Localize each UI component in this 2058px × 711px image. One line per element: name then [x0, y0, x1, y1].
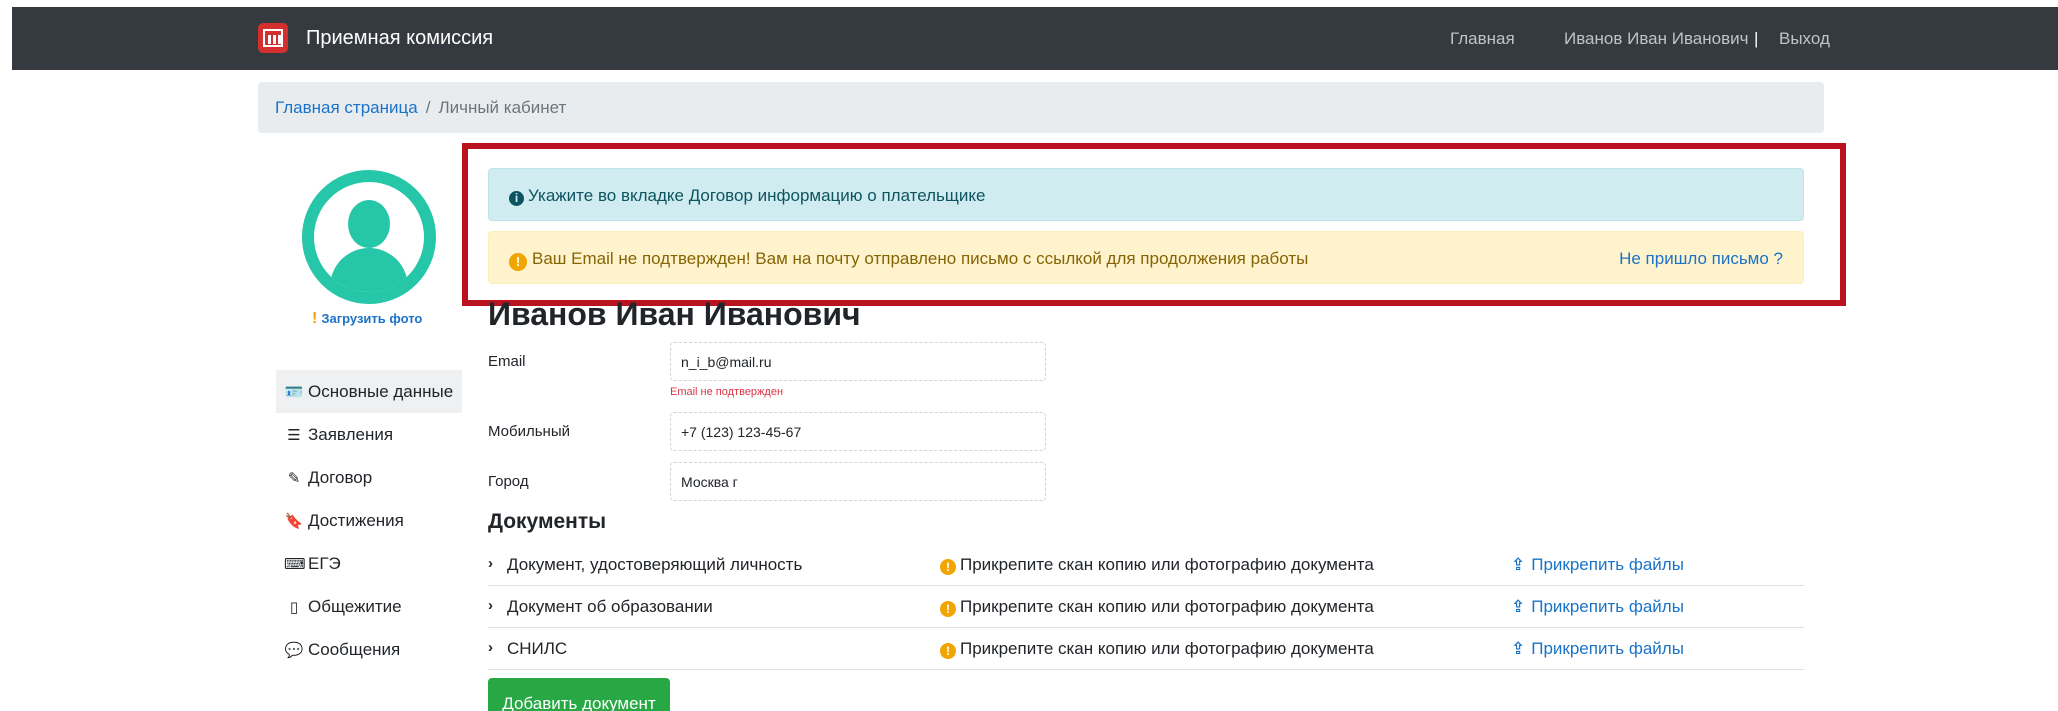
warning-alert-text: Ваш Email не подтвержден! Вам на почту о… [532, 249, 1309, 268]
mobile-field[interactable]: +7 (123) 123-45-67 [670, 412, 1046, 451]
sidebar-item-messages[interactable]: 💬 Сообщения [276, 628, 462, 671]
sidebar-item-achievements[interactable]: 🔖 Достижения [276, 499, 462, 542]
list-icon: ☰ [287, 426, 301, 444]
exclamation-circle-icon: ! [509, 253, 527, 271]
upload-icon: ⇪ [1511, 639, 1526, 658]
nav-home-link[interactable]: Главная [1450, 29, 1515, 49]
document-hint: ! Прикрепите скан копию или фотографию до… [940, 555, 1374, 575]
chevron-right-icon[interactable]: › [488, 639, 493, 656]
attach-files-link[interactable]: ⇪ Прикрепить файлы [1511, 597, 1684, 617]
document-row: › Документ, удостоверяющий личность ! При… [488, 544, 1804, 586]
chevron-right-icon[interactable]: › [488, 597, 493, 614]
sidebar-item-label: ЕГЭ [308, 553, 341, 573]
user-silhouette-icon [348, 200, 390, 248]
sidebar-item-label: Общежитие [308, 596, 402, 616]
sidebar-item-label: Основные данные [308, 381, 454, 401]
sidebar-item-label: Сообщения [308, 639, 401, 659]
breadcrumb-separator: / [425, 98, 431, 117]
breadcrumb-current: Личный кабинет [438, 98, 567, 117]
mobile-label: Мобильный [488, 423, 570, 440]
city-field[interactable]: Москва г [670, 462, 1046, 501]
exclamation-circle-icon: ! [940, 643, 956, 659]
avatar [302, 170, 436, 304]
sidebar-item-contract[interactable]: ✎ Договор [276, 456, 462, 499]
attach-files-link[interactable]: ⇪ Прикрепить файлы [1511, 555, 1684, 575]
document-name[interactable]: Документ об образовании [507, 597, 713, 617]
sidebar-item-label: Договор [308, 467, 373, 487]
document-row: › Документ об образовании ! Прикрепите ск… [488, 586, 1804, 628]
exclamation-icon: ! [312, 310, 318, 327]
info-alert-text: Укажите во вкладке Договор информацию о … [528, 186, 986, 205]
breadcrumb: Главная страница / Личный кабинет [258, 82, 1824, 133]
document-name[interactable]: Документ, удостоверяющий личность [507, 555, 802, 575]
page-title: Иванов Иван Иванович [488, 296, 861, 332]
brand[interactable]: Приемная комиссия [258, 23, 493, 53]
document-row: › СНИЛС ! Прикрепите скан копию или фотог… [488, 628, 1804, 670]
nav-user-name[interactable]: Иванов Иван Иванович [1564, 29, 1748, 49]
email-error-text: Email не подтвержден [670, 386, 784, 398]
nav-logout-link[interactable]: Выход [1779, 29, 1830, 49]
upload-photo-label: Загрузить фото [321, 311, 423, 326]
exclamation-circle-icon: ! [940, 559, 956, 575]
upload-icon: ⇪ [1511, 597, 1526, 616]
document-hint: ! Прикрепите скан копию или фотографию до… [940, 639, 1374, 659]
documents-heading: Документы [488, 510, 607, 533]
email-label: Email [488, 353, 526, 370]
keyboard-icon: ⌨ [284, 555, 306, 573]
top-navbar: Приемная комиссия Главная Иванов Иван Ив… [12, 7, 2058, 70]
sidebar-item-dormitory[interactable]: ▯ Общежитие [276, 585, 462, 628]
nav-separator: | [1754, 29, 1759, 48]
sidebar-item-applications[interactable]: ☰ Заявления [276, 413, 462, 456]
brand-title: Приемная комиссия [306, 26, 494, 49]
bookmark-icon: 🔖 [284, 512, 304, 530]
resend-email-link[interactable]: Не пришло письмо ? [1619, 249, 1783, 269]
chevron-right-icon[interactable]: › [488, 555, 493, 572]
upload-photo-link[interactable]: ! Загрузить фото [312, 310, 422, 328]
exclamation-circle-icon: ! [940, 601, 956, 617]
sidebar-item-label: Заявления [308, 424, 394, 444]
sidebar-nav: 🪪 Основные данные ☰ Заявления ✎ Договор 🔖 До… [276, 370, 462, 671]
city-label: Город [488, 473, 529, 490]
sidebar-item-ege[interactable]: ⌨ ЕГЭ [276, 542, 462, 585]
email-warning-alert: ! Ваш Email не подтвержден! Вам на почту … [488, 231, 1804, 284]
building-icon [258, 23, 288, 53]
comment-icon: 💬 [284, 641, 304, 659]
id-card-icon: 🪪 [284, 383, 304, 401]
document-hint: ! Прикрепите скан копию или фотографию до… [940, 597, 1374, 617]
info-alert: i Укажите во вкладке Договор информацию о… [488, 168, 1804, 221]
edit-icon: ✎ [287, 469, 301, 487]
breadcrumb-home-link[interactable]: Главная страница [275, 98, 418, 117]
sidebar-item-label: Достижения [308, 510, 404, 530]
add-document-button[interactable]: Добавить документ [488, 678, 670, 711]
attach-files-link[interactable]: ⇪ Прикрепить файлы [1511, 639, 1684, 659]
sidebar-item-main-data[interactable]: 🪪 Основные данные [276, 370, 462, 413]
info-icon: i [509, 191, 524, 206]
email-field[interactable]: n_i_b@mail.ru [670, 342, 1046, 381]
document-name[interactable]: СНИЛС [507, 639, 567, 659]
mobile-icon: ▯ [289, 598, 299, 616]
upload-icon: ⇪ [1511, 555, 1526, 574]
